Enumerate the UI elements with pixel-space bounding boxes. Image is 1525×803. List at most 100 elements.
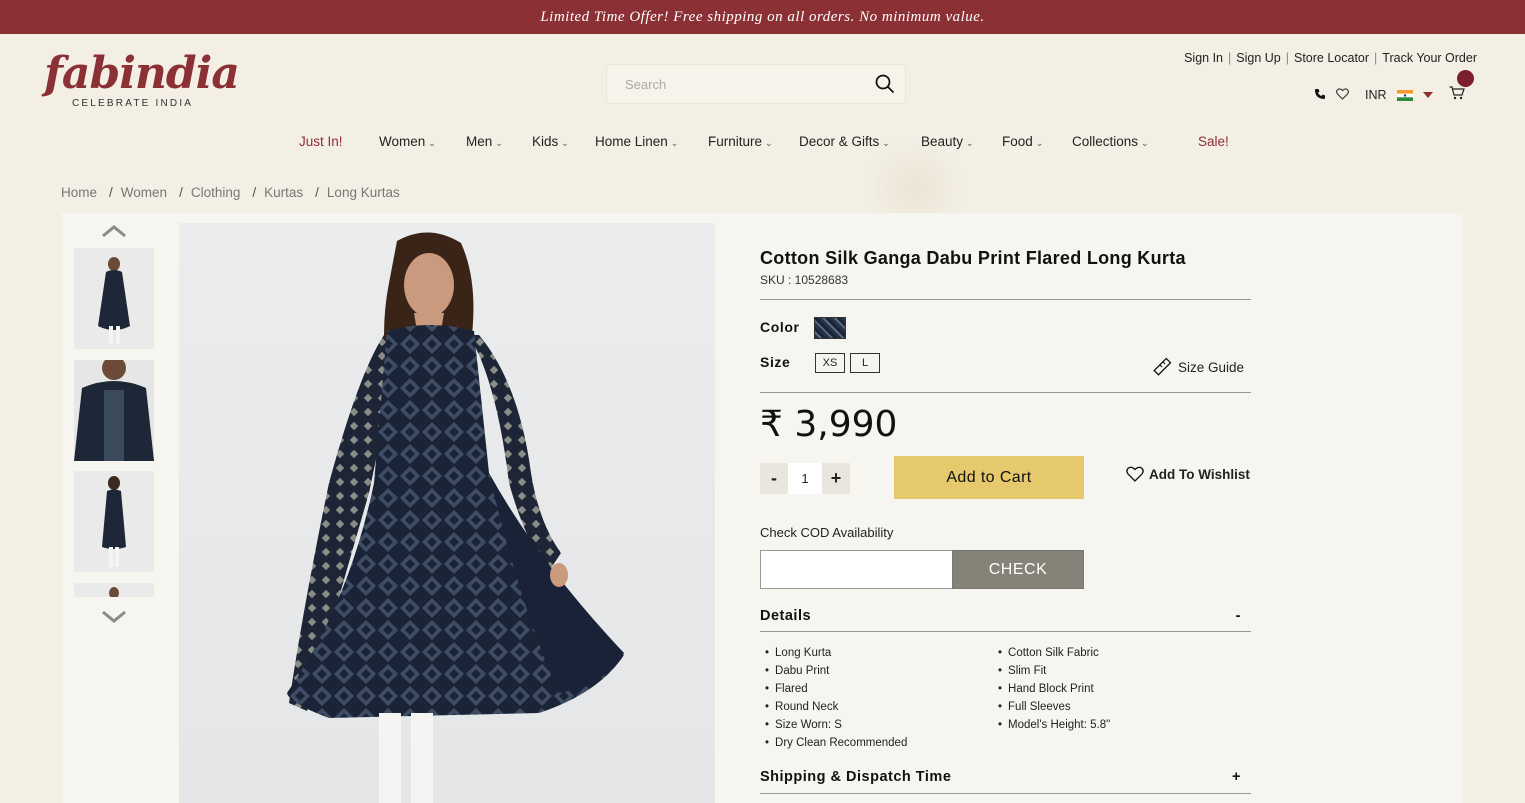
- nav-label: Home Linen: [595, 134, 668, 149]
- breadcrumb-separator: /: [252, 185, 257, 200]
- wishlist-label: Add To Wishlist: [1149, 466, 1250, 482]
- cart-button[interactable]: [1449, 70, 1474, 104]
- chevron-down-icon: ⌄: [966, 138, 974, 148]
- brand-name: fabindia: [44, 48, 240, 99]
- breadcrumb-kurtas[interactable]: Kurtas: [264, 185, 303, 200]
- promo-text: Limited Time Offer! Free shipping on all…: [540, 8, 985, 25]
- detail-item: Dry Clean Recommended: [765, 734, 907, 752]
- pincode-input[interactable]: [760, 550, 953, 589]
- detail-item: Size Worn: S: [765, 716, 907, 734]
- collapse-icon: -: [1235, 608, 1241, 624]
- breadcrumb-clothing[interactable]: Clothing: [191, 185, 241, 200]
- search-input[interactable]: [607, 65, 857, 103]
- nav-item-food[interactable]: Food ⌄: [1002, 134, 1043, 149]
- nav-item-home-linen[interactable]: Home Linen ⌄: [595, 134, 678, 149]
- divider: [760, 299, 1251, 300]
- size-option-xs[interactable]: XS: [815, 353, 845, 373]
- sign-in-link[interactable]: Sign In: [1184, 51, 1223, 65]
- nav-item-sale[interactable]: Sale!: [1198, 134, 1229, 149]
- details-list-right: Cotton Silk Fabric Slim Fit Hand Block P…: [998, 644, 1110, 734]
- color-swatch[interactable]: [814, 317, 846, 339]
- nav-item-kids[interactable]: Kids ⌄: [532, 134, 569, 149]
- cart-icon: [1449, 86, 1465, 100]
- chevron-up-icon[interactable]: [100, 224, 128, 238]
- breadcrumb-women[interactable]: Women: [121, 185, 167, 200]
- india-flag-icon[interactable]: [1396, 89, 1413, 101]
- detail-item: Hand Block Print: [998, 680, 1110, 698]
- detail-item: Flared: [765, 680, 907, 698]
- chevron-down-icon: ⌄: [882, 138, 890, 148]
- product-main-image[interactable]: [179, 223, 715, 803]
- brand-tagline: CELEBRATE INDIA: [72, 98, 194, 109]
- add-to-wishlist-button[interactable]: Add To Wishlist: [1126, 466, 1250, 482]
- breadcrumb: Home / Women / Clothing / Kurtas / Long …: [61, 185, 400, 200]
- quantity-stepper: - 1 +: [760, 463, 850, 494]
- nav-item-just-in[interactable]: Just In!: [299, 134, 343, 149]
- chevron-down-icon: ⌄: [495, 138, 503, 148]
- promo-banner: Limited Time Offer! Free shipping on all…: [0, 0, 1525, 34]
- quantity-increase-button[interactable]: +: [822, 463, 850, 494]
- detail-item: Cotton Silk Fabric: [998, 644, 1110, 662]
- detail-item: Round Neck: [765, 698, 907, 716]
- account-links: Sign In | Sign Up | Store Locator | Trac…: [1184, 51, 1477, 65]
- phone-icon[interactable]: [1314, 88, 1326, 103]
- product-price: ₹ 3,990: [760, 404, 898, 445]
- nav-label: Men: [466, 134, 493, 149]
- track-order-link[interactable]: Track Your Order: [1382, 51, 1477, 65]
- chevron-down-icon: ⌄: [1141, 138, 1149, 148]
- details-list-left: Long Kurta Dabu Print Flared Round Neck …: [765, 644, 907, 752]
- nav-label: Decor & Gifts: [799, 134, 880, 149]
- store-locator-link[interactable]: Store Locator: [1294, 51, 1369, 65]
- chevron-down-icon: ⌄: [670, 138, 679, 148]
- color-label: Color: [760, 319, 800, 335]
- nav-item-decor-gifts[interactable]: Decor & Gifts ⌄: [799, 134, 890, 149]
- nav-item-men[interactable]: Men ⌄: [466, 134, 503, 149]
- ruler-icon: [1153, 357, 1172, 376]
- nav-item-women[interactable]: Women ⌄: [379, 134, 436, 149]
- chevron-down-icon[interactable]: [100, 610, 128, 624]
- thumbnail-image[interactable]: [74, 471, 154, 572]
- detail-item: Long Kurta: [765, 644, 907, 662]
- nav-item-beauty[interactable]: Beauty ⌄: [921, 134, 974, 149]
- quantity-decrease-button[interactable]: -: [760, 463, 788, 494]
- check-cod-button[interactable]: CHECK: [952, 550, 1084, 589]
- expand-icon: +: [1232, 769, 1241, 785]
- divider: [760, 631, 1251, 632]
- search-icon[interactable]: [875, 74, 895, 94]
- nav-item-furniture[interactable]: Furniture ⌄: [708, 134, 773, 149]
- breadcrumb-long-kurtas[interactable]: Long Kurtas: [327, 185, 400, 200]
- nav-label: Food: [1002, 134, 1033, 149]
- details-accordion-header[interactable]: Details -: [760, 608, 1251, 624]
- nav-label: Beauty: [921, 134, 964, 149]
- chevron-down-icon: ⌄: [765, 138, 773, 148]
- shipping-accordion-header[interactable]: Shipping & Dispatch Time +: [760, 769, 1251, 785]
- brand-logo[interactable]: fabindia CELEBRATE INDIA: [44, 48, 240, 118]
- sign-up-link[interactable]: Sign Up: [1236, 51, 1280, 65]
- thumbnail-image[interactable]: [74, 583, 154, 597]
- nav-label: Women: [379, 134, 426, 149]
- cod-label: Check COD Availability: [760, 525, 894, 540]
- size-guide-link[interactable]: Size Guide: [1152, 357, 1244, 377]
- size-option-l[interactable]: L: [850, 353, 880, 373]
- thumbnail-image[interactable]: [74, 248, 154, 349]
- divider: |: [1285, 51, 1289, 65]
- nav-item-collections[interactable]: Collections ⌄: [1072, 134, 1149, 149]
- nav-label: Kids: [532, 134, 559, 149]
- heart-icon[interactable]: [1336, 87, 1349, 103]
- nav-label: Just In!: [299, 134, 343, 149]
- currency-dropdown-icon[interactable]: [1422, 92, 1433, 98]
- nav-label: Collections: [1072, 134, 1139, 149]
- thumbnail-image[interactable]: [74, 360, 154, 461]
- divider: [760, 392, 1251, 393]
- chevron-down-icon: ⌄: [428, 138, 436, 148]
- breadcrumb-home[interactable]: Home: [61, 185, 97, 200]
- detail-item: Slim Fit: [998, 662, 1110, 680]
- currency-label[interactable]: INR: [1365, 88, 1387, 102]
- shipping-title: Shipping & Dispatch Time: [760, 769, 952, 785]
- size-label: Size: [760, 354, 791, 370]
- breadcrumb-separator: /: [179, 185, 183, 200]
- add-to-cart-button[interactable]: Add to Cart: [894, 456, 1084, 499]
- divider: [760, 793, 1251, 794]
- quantity-value[interactable]: 1: [788, 463, 822, 494]
- chevron-down-icon: ⌄: [1035, 138, 1044, 148]
